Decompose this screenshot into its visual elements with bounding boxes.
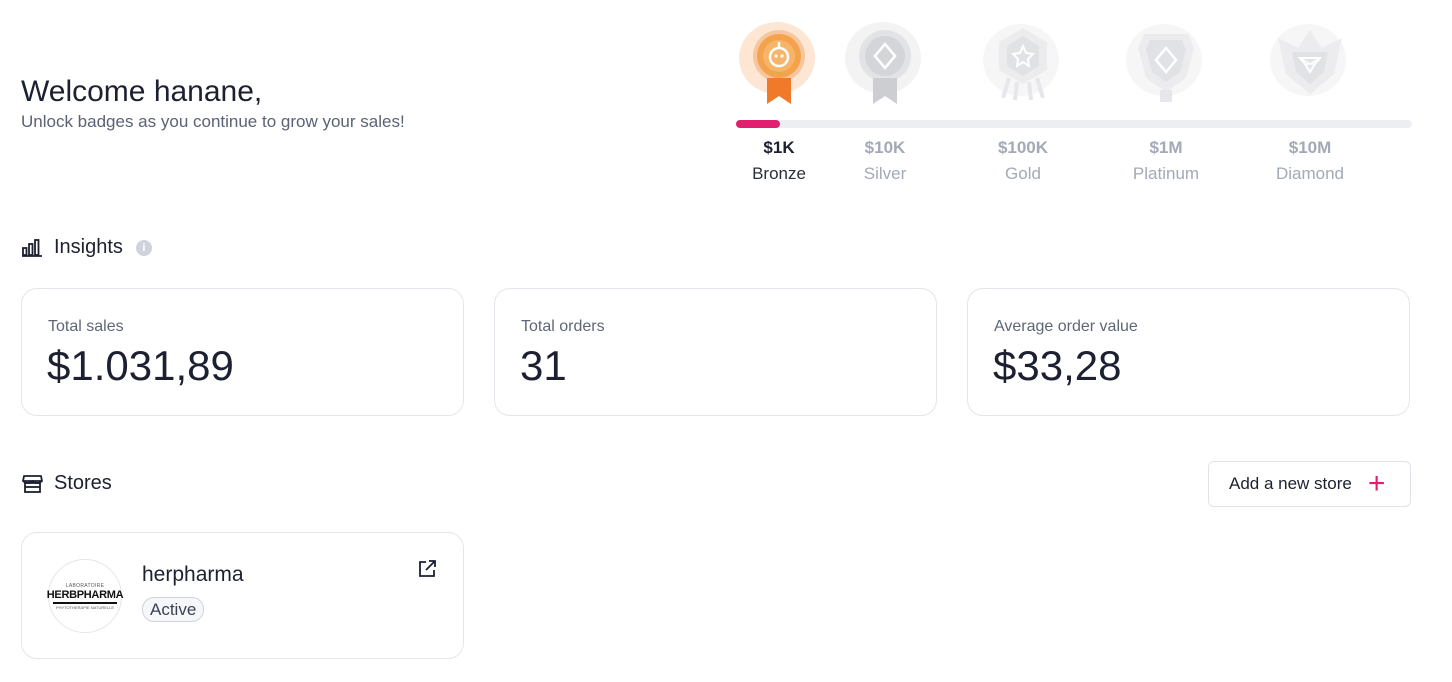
badge-amount: $10M [1288, 138, 1332, 157]
plus-icon: + [1367, 467, 1386, 500]
badge-gold: $100K Gold [963, 18, 1083, 183]
badge-amount: $1M [1149, 138, 1183, 157]
add-store-button[interactable]: Add a new store + [1208, 461, 1411, 507]
metric-value: 31 [520, 342, 567, 389]
metric-card-average-order-value: Average order value $33,28 [967, 288, 1410, 416]
badge-diamond: $10M Diamond [1250, 18, 1370, 183]
store-name: herpharma [142, 563, 244, 586]
logo-sub-text: PHYTOTHERAPIE NATURELLE [55, 604, 115, 610]
badge-name: Diamond [1275, 164, 1345, 183]
metric-card-total-orders: Total orders 31 [494, 288, 937, 416]
badge-name: Bronze [752, 164, 806, 183]
badge-silver: $10K Silver [825, 18, 945, 183]
badge-platinum: $1M Platinum [1106, 18, 1226, 183]
welcome-header: Welcome hanane, Unlock badges as you con… [21, 74, 405, 132]
logo-divider [53, 601, 117, 604]
progress-track [736, 120, 1412, 128]
status-badge: Active [142, 597, 205, 622]
external-link-icon[interactable] [417, 559, 437, 579]
logo-main-text: HERBPHARMA [46, 588, 124, 601]
badge-name: Silver [863, 164, 907, 183]
metric-label: Average order value [994, 318, 1138, 335]
bar-chart-icon [22, 239, 42, 257]
insights-header: Insights i [22, 236, 152, 259]
badge-amount: $10K [864, 138, 906, 157]
silver-medal-icon [845, 22, 921, 104]
badge-bronze: $1K Bronze [719, 18, 839, 183]
metric-value: $33,28 [993, 342, 1122, 389]
diamond-medal-icon [1270, 24, 1346, 96]
badge-name: Gold [1005, 164, 1041, 183]
info-icon[interactable]: i [135, 239, 152, 256]
store-logo: LABORATOIRE HERBPHARMA PHYTOTHERAPIE NAT… [46, 559, 124, 633]
store-card[interactable]: LABORATOIRE HERBPHARMA PHYTOTHERAPIE NAT… [21, 532, 464, 659]
metric-label: Total orders [521, 318, 605, 335]
add-store-label: Add a new store [1229, 474, 1352, 493]
gold-medal-icon [983, 24, 1059, 101]
stores-header: Stores [22, 472, 112, 495]
badge-progress: $1K Bronze $10K Silver $100K Gold $1M Pl… [736, 18, 1412, 188]
bronze-medal-icon [739, 22, 815, 104]
metric-card-total-sales: Total sales $1.031,89 [21, 288, 464, 416]
badge-amount: $1K [763, 138, 795, 157]
insights-title: Insights [54, 236, 123, 258]
progress-fill [736, 120, 780, 128]
platinum-medal-icon [1126, 24, 1202, 102]
welcome-subtitle: Unlock badges as you continue to grow yo… [21, 112, 405, 131]
metric-label: Total sales [48, 318, 124, 335]
store-icon [22, 474, 43, 493]
badge-name: Platinum [1132, 164, 1200, 183]
welcome-title: Welcome hanane, [21, 75, 263, 108]
stores-title: Stores [54, 472, 112, 494]
badge-amount: $100K [997, 138, 1049, 157]
metric-value: $1.031,89 [47, 342, 234, 389]
